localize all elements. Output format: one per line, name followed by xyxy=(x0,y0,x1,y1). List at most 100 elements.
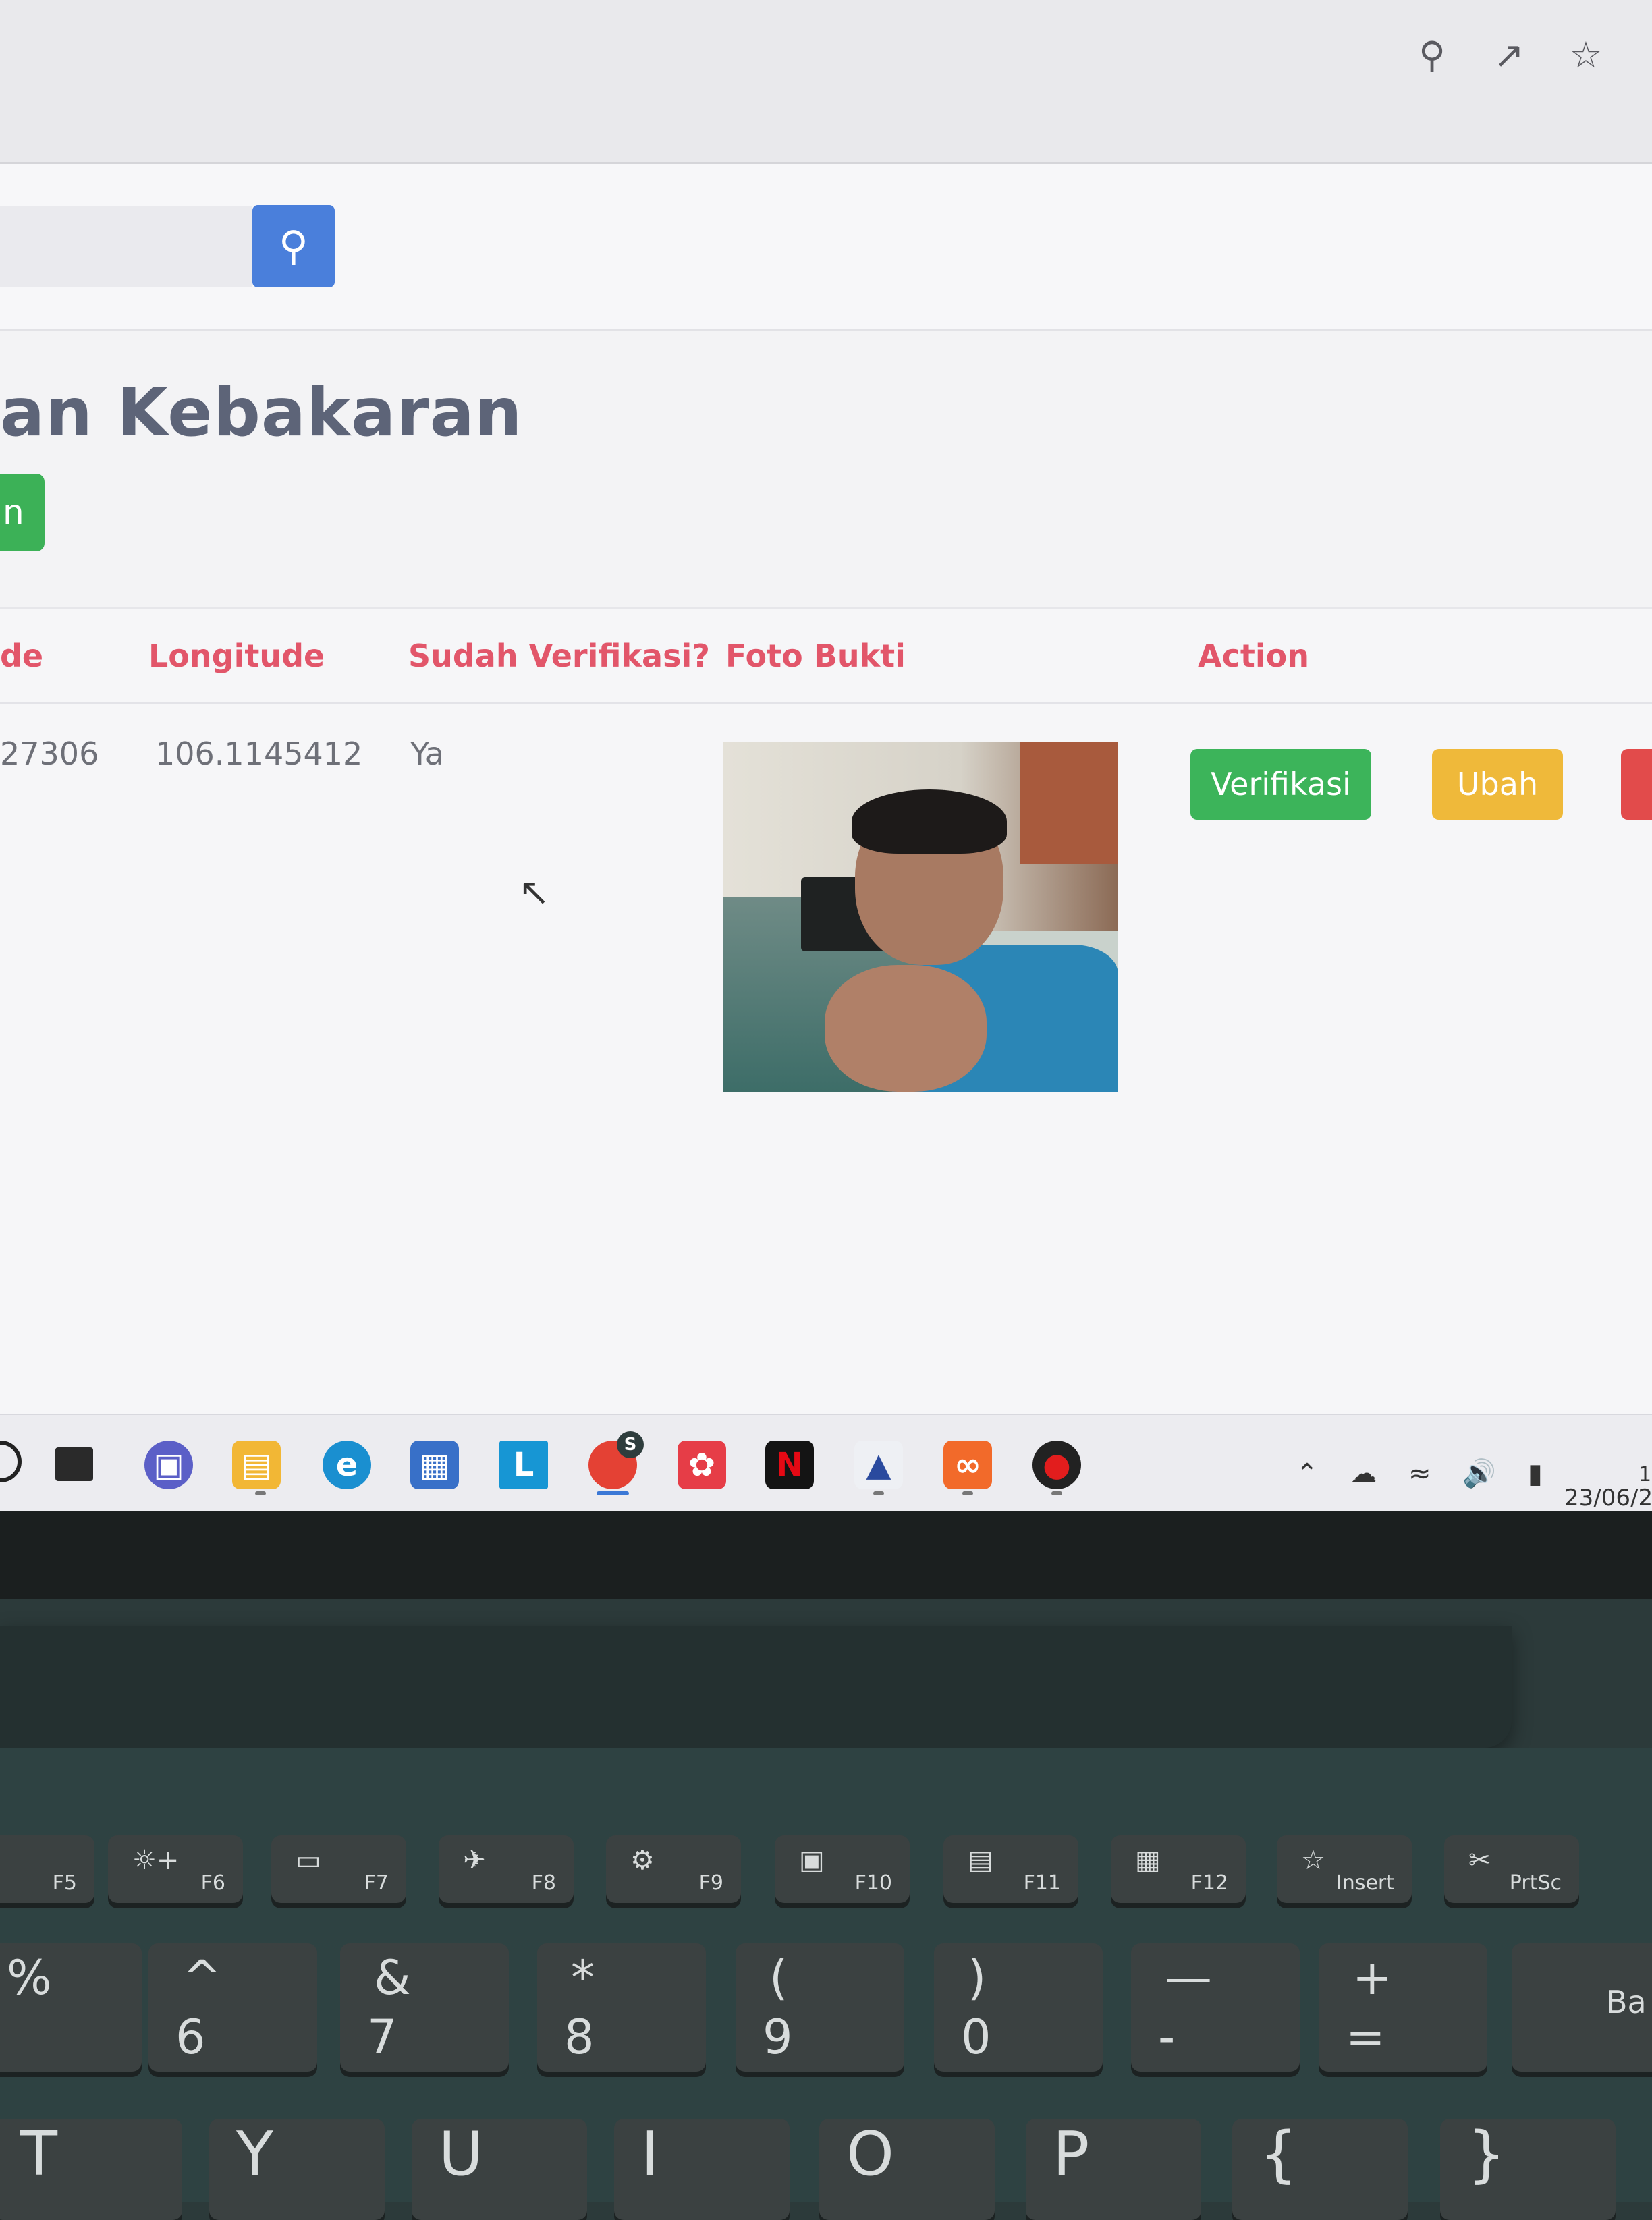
key-9: (9 xyxy=(736,1943,904,2072)
key-bottom-label: - xyxy=(1158,2009,1176,2065)
search-button[interactable]: ⚲ xyxy=(252,205,335,287)
key-bottom-label: = xyxy=(1346,2009,1385,2065)
key-bottom-label: 8 xyxy=(564,2009,595,2065)
gear-icon: ⚙ xyxy=(630,1845,655,1876)
taskbar-record-icon[interactable]: ● xyxy=(1032,1441,1081,1489)
scissors-icon: ✂ xyxy=(1468,1845,1491,1876)
mouse-cursor-icon: ↖ xyxy=(518,870,550,914)
taskbar-active-indicator xyxy=(597,1491,629,1495)
airplane-icon: ✈ xyxy=(463,1845,486,1876)
key-label: F10 xyxy=(854,1871,892,1895)
taskbar-running-indicator xyxy=(255,1491,266,1495)
taskbar-chat-icon[interactable]: ▣ xyxy=(144,1441,193,1489)
key-label: { xyxy=(1259,2119,1298,2190)
page-title: an Kebakaran xyxy=(0,374,523,451)
bookmark-star-icon[interactable]: ☆ xyxy=(1564,34,1607,77)
verify-button[interactable]: Verifikasi xyxy=(1190,749,1371,820)
column-header-longitude: Longitude xyxy=(148,638,325,674)
battery-icon[interactable]: ▮ xyxy=(1528,1458,1543,1489)
key-label: T xyxy=(20,2119,57,2190)
taskbar-edge-icon[interactable]: e xyxy=(323,1441,371,1489)
tray-time[interactable]: 1 xyxy=(1639,1463,1651,1487)
cell-longitude: 106.1145412 xyxy=(155,736,363,772)
lock-icon: ▣ xyxy=(799,1845,825,1876)
photo-hair xyxy=(852,789,1007,854)
edit-button[interactable]: Ubah xyxy=(1432,749,1563,820)
key-label: Insert xyxy=(1336,1871,1394,1895)
key-top-label: & xyxy=(374,1950,411,2005)
cloud-icon[interactable]: ☁ xyxy=(1350,1458,1377,1489)
taskbar-taskview-icon[interactable] xyxy=(55,1447,93,1481)
search-icon: ⚲ xyxy=(279,223,308,270)
key-u: U xyxy=(412,2119,587,2220)
key-label: F6 xyxy=(200,1871,225,1895)
key-top-label: Ba xyxy=(1606,1984,1647,2020)
share-icon[interactable]: ↗ xyxy=(1487,34,1531,77)
taskbar-xampp-icon[interactable]: ∞ xyxy=(943,1441,992,1489)
key-top-label: % xyxy=(7,1950,52,2005)
system-tray: ⌃ ☁ ≈ 🔊 ▮ xyxy=(1296,1458,1566,1489)
laptop-hinge xyxy=(0,1626,1512,1748)
taskbar-app-icon[interactable]: ▲ xyxy=(854,1441,903,1489)
taskbar-l-app-icon[interactable]: L xyxy=(499,1441,548,1489)
add-button[interactable]: n xyxy=(0,474,45,551)
key-label: U xyxy=(439,2119,483,2190)
key-backspace: Ba xyxy=(1512,1943,1652,2072)
taskbar-chrome-icon[interactable]: S xyxy=(588,1431,644,1489)
key-top-label: ) xyxy=(968,1950,987,2005)
key-label: I xyxy=(641,2119,659,2190)
key-top-label: — xyxy=(1165,1950,1212,2005)
key-f7: ▭ F7 xyxy=(271,1835,406,1903)
key-top-label: + xyxy=(1352,1950,1392,2005)
key-right-brace: } xyxy=(1440,2119,1616,2220)
key-t: T xyxy=(0,2119,182,2220)
key-f9: ⚙ F9 xyxy=(606,1835,741,1903)
key-8: * 8 xyxy=(537,1943,706,2072)
display-switch-icon: ▭ xyxy=(296,1845,321,1876)
key-i: I xyxy=(614,2119,790,2220)
key-prtsc: ✂ PrtSc xyxy=(1444,1835,1579,1903)
tray-date[interactable]: 23/06/2 xyxy=(1564,1484,1652,1511)
column-header-action: Action xyxy=(1198,638,1309,674)
key-left-brace: { xyxy=(1232,2119,1408,2220)
taskbar-store-icon[interactable]: ▦ xyxy=(410,1441,459,1489)
key-f5: F5 xyxy=(0,1835,94,1903)
key-f12: ▦ F12 xyxy=(1111,1835,1246,1903)
key-label: F12 xyxy=(1190,1871,1228,1895)
table-header-divider xyxy=(0,702,1652,704)
zoom-out-icon[interactable]: ⚲ xyxy=(1410,34,1454,77)
key-top-label: * xyxy=(571,1950,595,2005)
photo-hand xyxy=(825,965,987,1092)
cell-verified: Ya xyxy=(410,736,444,772)
key-label: F9 xyxy=(698,1871,723,1895)
key-p: P xyxy=(1026,2119,1201,2220)
taskbar-fox-app-icon[interactable]: ✿ xyxy=(678,1441,726,1489)
key-label: F7 xyxy=(364,1871,389,1895)
key-f8: ✈ F8 xyxy=(439,1835,574,1903)
key-y: Y xyxy=(209,2119,385,2220)
key-5: % xyxy=(0,1943,142,2072)
taskbar-file-explorer-icon[interactable]: ▤ xyxy=(232,1441,281,1489)
volume-icon[interactable]: 🔊 xyxy=(1462,1458,1496,1489)
evidence-photo xyxy=(723,742,1118,1092)
chevron-up-icon[interactable]: ⌃ xyxy=(1296,1458,1319,1489)
key-label: F8 xyxy=(531,1871,556,1895)
key-bottom-label: 7 xyxy=(367,2009,397,2065)
key-label: Y xyxy=(236,2119,273,2190)
column-header-latitude: de xyxy=(0,638,44,674)
taskbar-running-indicator xyxy=(873,1491,884,1495)
search-input[interactable] xyxy=(0,206,252,287)
taskbar-netflix-icon[interactable]: N xyxy=(765,1441,814,1489)
key-equals: + = xyxy=(1319,1943,1487,2072)
delete-button[interactable] xyxy=(1621,749,1652,820)
key-bottom-label: 0 xyxy=(961,2009,991,2065)
chrome-profile-badge: S xyxy=(617,1431,644,1458)
laptop-bezel xyxy=(0,1511,1652,1599)
key-f10: ▣ F10 xyxy=(775,1835,910,1903)
key-bottom-label: 6 xyxy=(175,2009,206,2065)
key-f6: ☼+ F6 xyxy=(108,1835,243,1903)
wifi-icon[interactable]: ≈ xyxy=(1408,1458,1431,1489)
key-label: } xyxy=(1467,2119,1506,2190)
cell-latitude: 27306 xyxy=(0,736,99,772)
calculator-icon: ▦ xyxy=(1135,1845,1161,1876)
